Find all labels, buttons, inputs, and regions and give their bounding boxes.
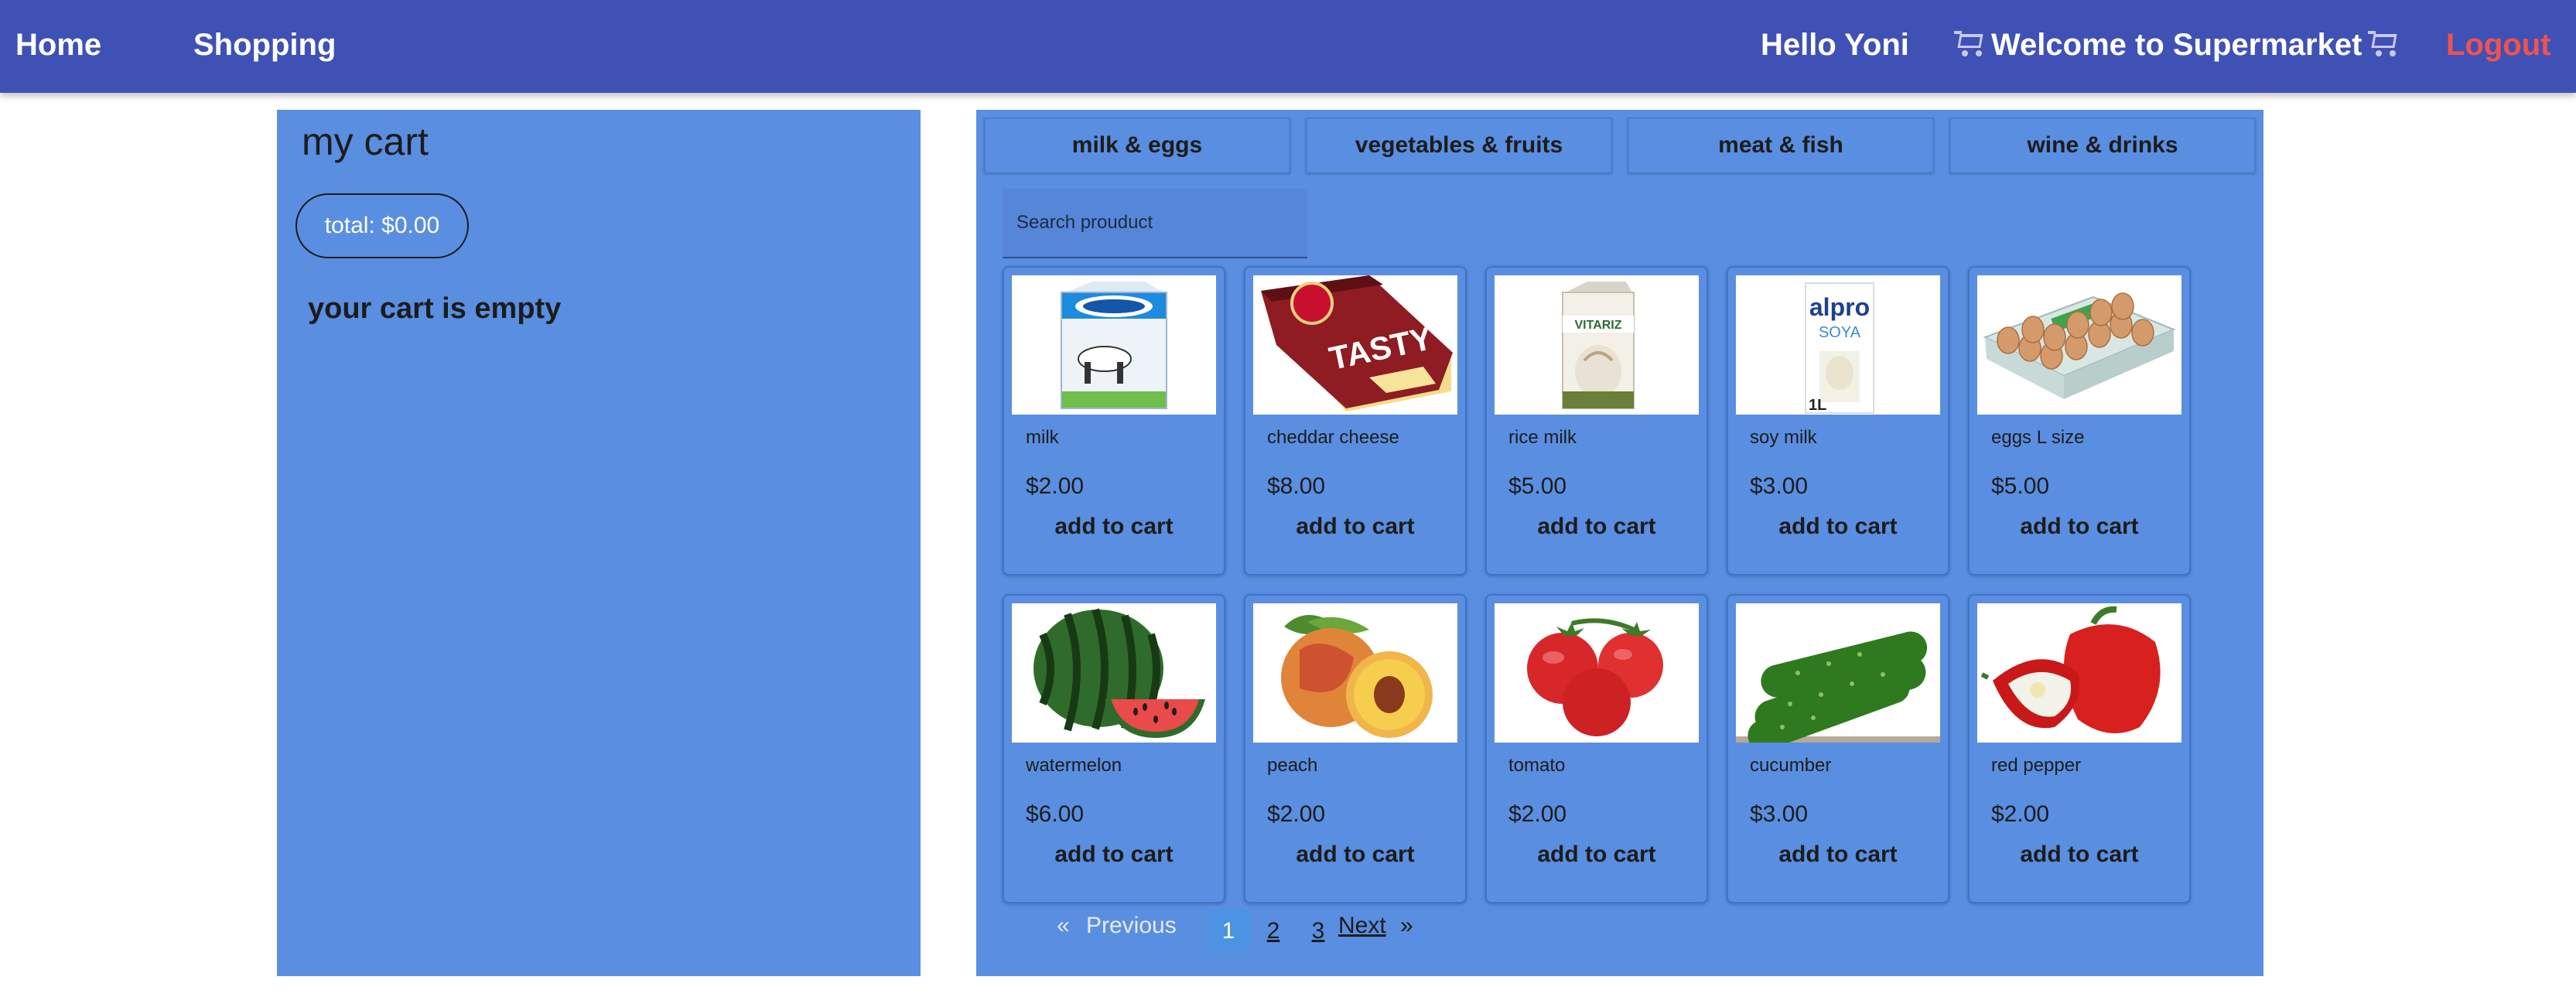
- product-name: cucumber: [1750, 755, 1832, 776]
- cart-total-badge: total: $0.00: [296, 193, 469, 258]
- cart-panel: my cart total: $0.00 your cart is empty: [277, 110, 921, 976]
- product-image-peach: [1253, 603, 1457, 743]
- cart-title: my cart: [302, 120, 429, 163]
- product-image-rice-milk: VITARIZ: [1495, 275, 1699, 415]
- product-price: $6.00: [1026, 801, 1085, 827]
- add-to-cart-button[interactable]: add to cart: [1004, 842, 1224, 868]
- pagination-page-3[interactable]: 3: [1297, 910, 1340, 953]
- product-card: alpro SOYA 1L soy milk $3.00 add to cart: [1727, 266, 1949, 575]
- product-soy-size: 1L: [1809, 397, 1826, 414]
- category-tab-milk-eggs[interactable]: milk & eggs: [984, 118, 1290, 173]
- product-card: VITARIZ rice milk $5.00 add to cart: [1485, 266, 1708, 575]
- product-name: rice milk: [1508, 427, 1577, 448]
- product-card: tomato $2.00 add to cart: [1485, 594, 1708, 903]
- welcome-banner: Welcome to Supermarket: [1948, 23, 2405, 67]
- pagination-previous-button[interactable]: Previous: [1086, 913, 1177, 956]
- welcome-text: Welcome to Supermarket: [1991, 28, 2362, 62]
- product-image-watermelon: [1012, 603, 1216, 743]
- search-input[interactable]: [1003, 189, 1307, 258]
- product-price: $3.00: [1750, 801, 1809, 827]
- product-card: cucumber $3.00 add to cart: [1727, 594, 1949, 903]
- product-name: red pepper: [1991, 755, 2082, 776]
- product-rice-brand: VITARIZ: [1574, 319, 1621, 332]
- product-card: watermelon $6.00 add to cart: [1003, 594, 1225, 903]
- product-image-eggs: [1977, 275, 2181, 415]
- product-soy-sub: SOYA: [1819, 324, 1861, 341]
- add-to-cart-button[interactable]: add to cart: [1245, 842, 1465, 868]
- add-to-cart-button[interactable]: add to cart: [1970, 842, 2189, 868]
- product-image-soy-milk: alpro SOYA 1L: [1736, 275, 1940, 415]
- pagination-next-arrow-icon: »: [1400, 913, 1413, 938]
- product-name: soy milk: [1750, 427, 1817, 448]
- product-name: milk: [1026, 427, 1059, 448]
- nav-shopping-link[interactable]: Shopping: [193, 23, 336, 67]
- product-name: tomato: [1508, 755, 1566, 776]
- product-name: cheddar cheese: [1267, 427, 1399, 448]
- product-card: red pepper $2.00 add to cart: [1968, 594, 2191, 903]
- category-tab-meat-fish[interactable]: meat & fish: [1628, 118, 1934, 173]
- products-panel: milk & eggs vegetables & fruits meat & f…: [976, 110, 2263, 976]
- pagination-next-button[interactable]: Next: [1338, 913, 1386, 956]
- add-to-cart-button[interactable]: add to cart: [1728, 842, 1948, 868]
- product-image-cheddar-cheese: TASTY: [1253, 275, 1457, 415]
- product-card: peach $2.00 add to cart: [1244, 594, 1467, 903]
- product-name: watermelon: [1026, 755, 1122, 776]
- shopping-cart-icon: [2368, 31, 2399, 57]
- category-tab-vegetables-fruits[interactable]: vegetables & fruits: [1306, 118, 1612, 173]
- product-image-milk: [1012, 275, 1216, 415]
- product-name: eggs L size: [1991, 427, 2085, 448]
- product-card: eggs L size $5.00 add to cart: [1968, 266, 2191, 575]
- product-price: $3.00: [1750, 473, 1809, 499]
- product-price: $2.00: [1508, 801, 1567, 827]
- product-card: TASTY cheddar cheese $8.00 add to cart: [1244, 266, 1467, 575]
- add-to-cart-button[interactable]: add to cart: [1970, 514, 2189, 540]
- product-card: milk $2.00 add to cart: [1003, 266, 1225, 575]
- product-price: $2.00: [1991, 801, 2050, 827]
- add-to-cart-button[interactable]: add to cart: [1728, 514, 1948, 540]
- pagination-page-2[interactable]: 2: [1252, 910, 1295, 953]
- nav-home-link[interactable]: Home: [15, 23, 101, 67]
- top-navbar: Home Shopping Hello Yoni Welcome to Supe…: [0, 0, 2576, 93]
- product-soy-brand: alpro: [1809, 293, 1870, 321]
- product-price: $2.00: [1026, 473, 1085, 499]
- category-tab-wine-drinks[interactable]: wine & drinks: [1949, 118, 2256, 173]
- product-price: $2.00: [1267, 801, 1326, 827]
- add-to-cart-button[interactable]: add to cart: [1004, 514, 1224, 540]
- product-image-cucumber: [1736, 603, 1940, 743]
- product-price: $5.00: [1991, 473, 2050, 499]
- pagination-page-1[interactable]: 1: [1207, 910, 1250, 953]
- product-name: peach: [1267, 755, 1318, 776]
- shopping-cart-icon: [1954, 31, 1985, 57]
- add-to-cart-button[interactable]: add to cart: [1245, 514, 1465, 540]
- product-image-red-pepper: [1977, 603, 2181, 743]
- cart-empty-message: your cart is empty: [308, 292, 562, 325]
- product-image-tomato: [1495, 603, 1699, 743]
- logout-link[interactable]: Logout: [2446, 23, 2551, 67]
- product-price: $8.00: [1267, 473, 1326, 499]
- add-to-cart-button[interactable]: add to cart: [1487, 514, 1707, 540]
- product-price: $5.00: [1508, 473, 1567, 499]
- user-greeting: Hello Yoni: [1761, 28, 1909, 62]
- pagination-prev-arrow-icon: «: [1057, 913, 1070, 938]
- add-to-cart-button[interactable]: add to cart: [1487, 842, 1707, 868]
